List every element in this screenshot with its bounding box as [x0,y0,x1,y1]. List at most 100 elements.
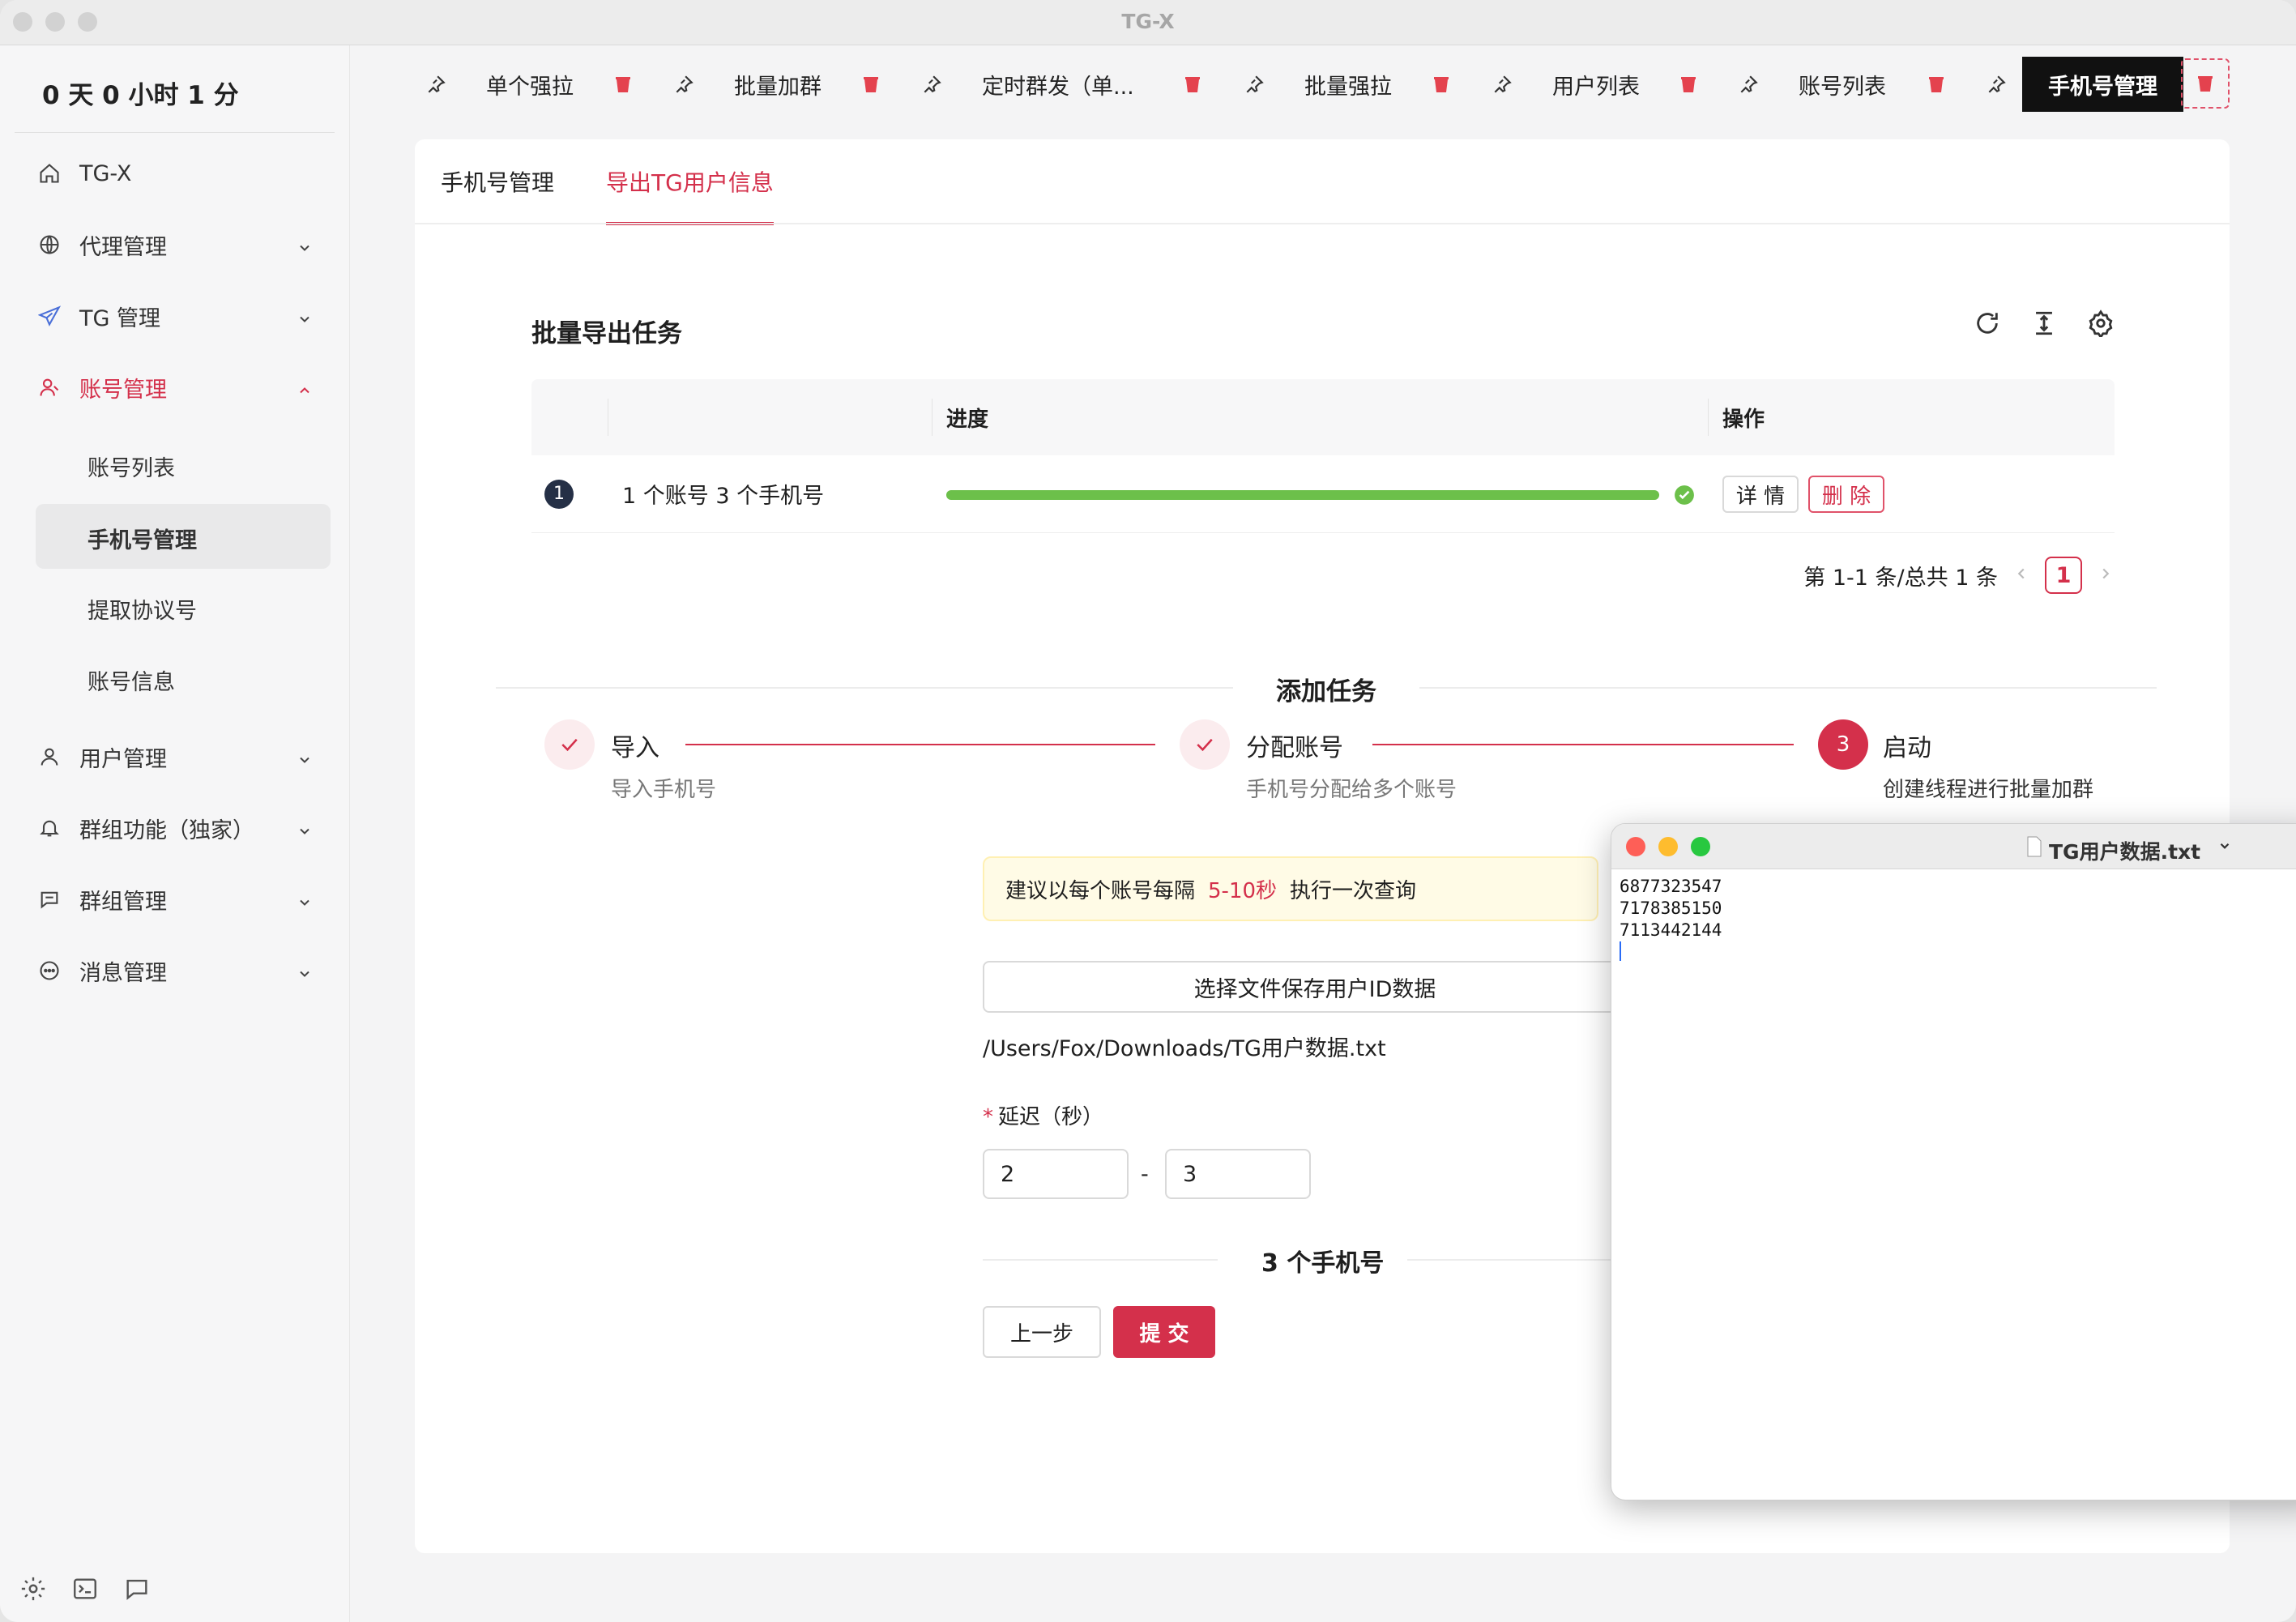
sidebar-item-label: 账号管理 [79,377,167,403]
header-progress: 进度 [946,407,989,432]
tab-user-list[interactable]: 用户列表 [1552,57,1640,112]
chevron-left-icon[interactable] [2012,563,2030,588]
column-height-icon[interactable] [2030,309,2058,340]
tab-phone-manage[interactable]: 手机号管理 [2022,57,2183,112]
pin-icon[interactable] [1732,57,1765,112]
pin-icon[interactable] [420,57,452,112]
step-connector [685,744,1155,745]
progress-bar [946,490,1659,500]
sidebar-item-account[interactable]: 账号管理 [36,363,319,412]
chevron-down-icon[interactable] [2217,839,2232,856]
step-1-title: 导入 [611,734,659,762]
message-icon [36,957,63,984]
chat-icon[interactable] [123,1575,151,1606]
header-actions: 操作 [1722,407,1765,432]
settings-icon[interactable] [19,1575,47,1606]
prev-step-button[interactable]: 上一步 [983,1306,1101,1358]
required-asterisk: * [983,1105,993,1129]
sidebar-subitem-extract[interactable]: 提取协议号 [87,593,197,625]
tab-export-tg-users[interactable]: 导出TG用户信息 [606,139,774,225]
delete-button[interactable]: 删 除 [1808,476,1884,513]
user-icon [36,373,63,401]
step-2-title: 分配账号 [1246,734,1343,762]
sidebar-item-label: 群组管理 [79,889,167,915]
sidebar-item-proxy[interactable]: 代理管理 [36,220,319,269]
tab-batch-join[interactable]: 批量加群 [734,57,822,112]
tab-single-pull[interactable]: 单个强拉 [486,57,574,112]
divider-line [1419,687,2157,689]
trash-icon[interactable] [855,57,887,112]
detail-button[interactable]: 详 情 [1722,476,1799,513]
tabs-divider [415,223,2230,224]
chevron-down-icon [297,891,313,916]
sidebar-item-label: 用户管理 [79,746,167,772]
step-2-check-icon [1180,719,1230,770]
pin-icon[interactable] [1238,57,1270,112]
submit-button[interactable]: 提 交 [1113,1306,1215,1358]
trash-icon[interactable] [2181,58,2230,109]
step-3-desc: 创建线程进行批量加群 [1883,778,2094,802]
close-window-button[interactable] [1626,837,1645,856]
chevron-right-icon[interactable] [2097,563,2115,588]
settings-icon[interactable] [2087,309,2115,340]
sidebar-item-group-func[interactable]: 群组功能（独家） [36,804,319,852]
sidebar-bottom-toolbar [19,1575,151,1606]
phone-count: 3 个手机号 [1261,1249,1385,1278]
sidebar-item-tgx[interactable]: TG-X [36,149,319,198]
tab-phone-manage[interactable]: 手机号管理 [441,139,554,224]
text-line: 7113442144 [1620,920,1722,940]
choose-file-button[interactable]: 选择文件保存用户ID数据 [983,961,1647,1013]
editor-text-area[interactable]: 6877323547 7178385150 7113442144 [1611,869,2296,967]
trash-icon[interactable] [1176,57,1209,112]
tab-account-list[interactable]: 账号列表 [1799,57,1886,112]
sidebar-item-message[interactable]: 消息管理 [36,946,319,995]
send-icon [36,302,63,330]
pin-icon[interactable] [1486,57,1518,112]
pin-icon[interactable] [915,57,948,112]
zoom-window-button[interactable] [1691,837,1710,856]
delay-separator: - [1141,1162,1149,1187]
sidebar-item-label: TG-X [79,160,132,186]
delay-label: * 延迟（秒） [983,1100,1103,1130]
sidebar-subitem-account-info[interactable]: 账号信息 [87,664,175,696]
table-toolbar [1974,309,2115,340]
trash-icon[interactable] [607,57,639,112]
page-number[interactable]: 1 [2045,557,2082,594]
refresh-icon[interactable] [1974,309,2001,340]
delay-min-input[interactable]: 2 [983,1149,1129,1199]
tab-scheduled-send[interactable]: 定时群发（单... [982,57,1134,112]
trash-icon[interactable] [1672,57,1705,112]
section-title: 批量导出任务 [531,319,682,348]
tab-batch-pull[interactable]: 批量强拉 [1304,57,1392,112]
text-line: 7178385150 [1620,899,1722,918]
trash-icon[interactable] [1425,57,1457,112]
delay-label-text: 延迟（秒） [998,1105,1104,1129]
alert-text: 执行一次查询 [1290,878,1417,903]
sidebar-item-group-manage[interactable]: 群组管理 [36,875,319,924]
alert-text: 建议以每个账号每隔 [1005,878,1196,903]
sidebar-item-label: TG 管理 [79,305,160,331]
pin-icon[interactable] [1980,57,2012,112]
editor-title[interactable]: TG用户数据.txt [2049,836,2200,865]
file-path: /Users/Fox/Downloads/TG用户数据.txt [983,1036,1386,1061]
home-icon [36,160,63,187]
trash-icon[interactable] [1920,57,1952,112]
sidebar-item-tg[interactable]: TG 管理 [36,292,319,340]
terminal-icon[interactable] [71,1575,99,1606]
window-title: TG-X [1121,10,1175,33]
sidebar-subitem-phone-manage[interactable]: 手机号管理 [87,523,197,554]
text-cursor [1620,941,1621,961]
sidebar-item-label: 群组功能（独家） [79,817,254,843]
check-circle-icon [1674,484,1695,511]
sidebar-item-user[interactable]: 用户管理 [36,732,319,781]
delay-max-input[interactable]: 3 [1165,1149,1311,1199]
sidebar-subitem-account-list[interactable]: 账号列表 [87,450,175,482]
sidebar-divider [15,132,335,133]
chevron-up-icon [297,379,313,404]
row-index-badge: 1 [544,479,574,509]
globe-icon [36,231,63,258]
pin-icon[interactable] [668,57,700,112]
minimize-window-button[interactable] [1658,837,1678,856]
title-bar: TG-X [0,0,2296,45]
chevron-down-icon [297,749,313,774]
